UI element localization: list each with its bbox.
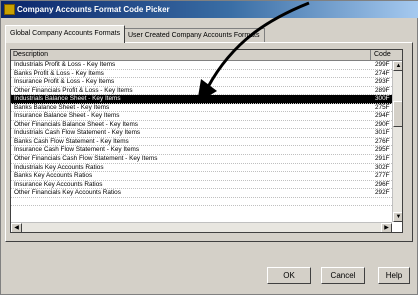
tab-global-formats[interactable]: Global Company Accounts Formats bbox=[5, 25, 126, 43]
dialog-window: Company Accounts Format Code Picker Glob… bbox=[0, 0, 418, 295]
annotation-arrow-icon bbox=[197, 1, 310, 103]
